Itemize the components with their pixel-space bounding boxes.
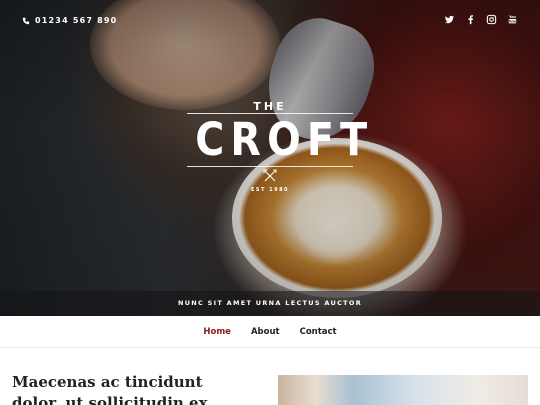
logo-name: CROFT <box>195 113 374 166</box>
post-featured-image[interactable] <box>278 375 528 405</box>
svg-text:Tube: Tube <box>508 20 516 24</box>
phone-icon <box>22 17 30 24</box>
facebook-icon[interactable] <box>465 14 476 25</box>
post-title[interactable]: Maecenas ac tincidunt dolor, ut sollicit… <box>12 372 252 405</box>
logo-established: EST 1980 <box>250 187 290 193</box>
logo-the: THE <box>253 100 287 113</box>
instagram-icon[interactable] <box>486 14 497 25</box>
nav-item-contact[interactable]: Contact <box>300 327 337 337</box>
header-phone[interactable]: 01234 567 890 <box>22 16 117 25</box>
youtube-icon[interactable]: You Tube <box>507 14 518 25</box>
twitter-icon[interactable] <box>444 14 455 25</box>
hero-banner: 01234 567 890 You Tube THE CROFT EST 198… <box>0 0 540 316</box>
nav-item-about[interactable]: About <box>251 327 280 337</box>
logo-rule-bottom <box>187 166 353 167</box>
hero-tagline: NUNC SIT AMET URNA LECTUS AUCTOR <box>0 291 540 316</box>
main-navigation: Home About Contact <box>0 316 540 348</box>
site-logo[interactable]: THE CROFT EST 1980 <box>185 100 374 193</box>
crossed-arrows-icon <box>263 169 277 182</box>
social-links: You Tube <box>444 14 518 25</box>
nav-item-home[interactable]: Home <box>203 327 231 337</box>
phone-number: 01234 567 890 <box>35 16 118 25</box>
